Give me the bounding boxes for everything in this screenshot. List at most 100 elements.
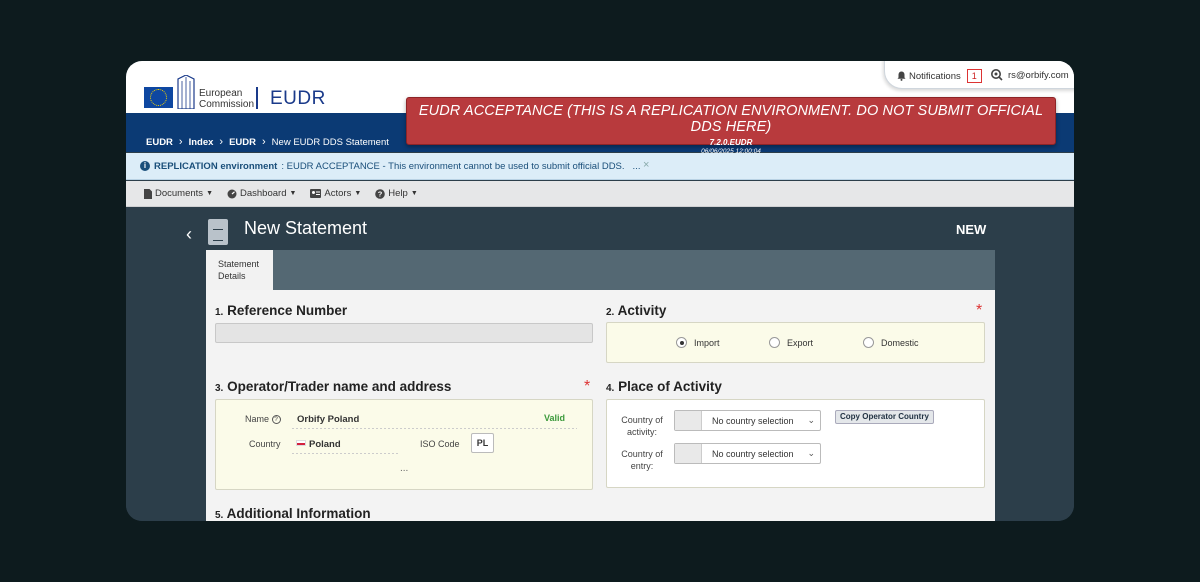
menu-documents-label: Documents bbox=[155, 188, 204, 199]
tab-label-line2: Details bbox=[218, 271, 246, 281]
radio-import[interactable]: Import bbox=[676, 337, 720, 348]
name-underline bbox=[292, 428, 577, 429]
radio-export[interactable]: Export bbox=[769, 337, 813, 348]
caret-down-icon: ▼ bbox=[410, 190, 418, 197]
chevron-down-icon: ⌄ bbox=[807, 448, 815, 458]
label-line1: Country of bbox=[621, 449, 663, 459]
operator-details-box: Name ? Orbify Poland Valid Country Polan… bbox=[215, 399, 593, 490]
user-menu[interactable]: rs@orbify.com bbox=[990, 69, 1069, 82]
radio-label: Export bbox=[787, 337, 814, 348]
info-icon: i bbox=[140, 161, 150, 171]
iso-code-value: PL bbox=[471, 433, 494, 453]
breadcrumb-item-eudr[interactable]: EUDR bbox=[146, 137, 173, 148]
required-asterisk: * bbox=[584, 378, 591, 395]
info-message: : EUDR ACCEPTANCE - This environment can… bbox=[281, 160, 625, 172]
banner-version: 7.2.0.EUDR bbox=[709, 138, 753, 147]
poland-flag-icon bbox=[296, 440, 306, 446]
operator-name-value: Orbify Poland bbox=[297, 414, 360, 425]
svg-text:?: ? bbox=[378, 189, 383, 198]
chevron-right-icon: › bbox=[262, 136, 266, 148]
environment-warning-banner: EUDR ACCEPTANCE (THIS IS A REPLICATION E… bbox=[406, 97, 1056, 155]
select-flag-slot bbox=[675, 411, 702, 430]
select-value: No country selection bbox=[712, 416, 794, 426]
country-of-activity-select[interactable]: No country selection ⌄ bbox=[674, 410, 821, 431]
caret-down-icon: ▼ bbox=[206, 190, 213, 197]
statement-form: 1. Reference Number 2. Activity * Import… bbox=[206, 290, 995, 521]
document-icon bbox=[144, 188, 152, 199]
tab-strip bbox=[206, 250, 995, 290]
ec-wordmark: European Commission bbox=[199, 88, 254, 110]
breadcrumb-item-index[interactable]: Index bbox=[189, 137, 214, 148]
section-number: 5. bbox=[215, 510, 224, 521]
activity-radio-group: Import Export Domestic bbox=[606, 322, 985, 363]
ec-wordmark-line1: European bbox=[199, 88, 243, 99]
info-more-link[interactable]: ... bbox=[633, 161, 641, 172]
radio-circle bbox=[769, 337, 780, 348]
breadcrumb-item-eudr-2[interactable]: EUDR bbox=[229, 137, 256, 148]
label-line2: activity: bbox=[626, 427, 657, 437]
status-badge: NEW bbox=[956, 222, 987, 237]
back-chevron-icon[interactable]: ‹ bbox=[186, 224, 192, 245]
place-of-activity-box: Country of activity: No country selectio… bbox=[606, 399, 985, 488]
user-email: rs@orbify.com bbox=[1008, 70, 1069, 81]
menu-dashboard[interactable]: Dashboard ▼ bbox=[227, 188, 296, 199]
app-window: European Commission EUDR Notifications 1 bbox=[126, 61, 1074, 521]
radio-circle bbox=[863, 337, 874, 348]
notifications-button[interactable]: Notifications 1 bbox=[897, 69, 982, 83]
section-title-text: Place of Activity bbox=[618, 379, 722, 394]
section-title-text: Reference Number bbox=[227, 303, 348, 318]
id-card-icon bbox=[310, 189, 322, 198]
banner-title: EUDR ACCEPTANCE (THIS IS A REPLICATION E… bbox=[418, 103, 1044, 135]
section-number: 3. bbox=[215, 383, 224, 394]
app-title[interactable]: EUDR bbox=[270, 88, 326, 110]
additional-information-heading: 5. Additional Information bbox=[215, 506, 371, 521]
berlaymont-icon bbox=[177, 75, 195, 109]
replication-info-bar: i REPLICATION environment: EUDR ACCEPTAN… bbox=[126, 153, 1074, 180]
notifications-count-badge: 1 bbox=[966, 69, 982, 83]
menu-help[interactable]: ? Help ▼ bbox=[375, 188, 418, 199]
iso-code-label: ISO Code bbox=[420, 439, 460, 449]
eu-flag-icon bbox=[144, 87, 173, 108]
chevron-right-icon: › bbox=[219, 136, 224, 148]
menu-documents[interactable]: Documents ▼ bbox=[144, 188, 213, 199]
copy-operator-country-button[interactable]: Copy Operator Country bbox=[835, 410, 934, 424]
section-number: 1. bbox=[215, 307, 224, 318]
valid-status: Valid bbox=[544, 413, 566, 423]
section-title-text: Additional Information bbox=[226, 506, 371, 521]
caret-down-icon: ▼ bbox=[354, 190, 362, 197]
more-details-ellipsis[interactable]: ... bbox=[400, 463, 408, 474]
activity-heading: 2. Activity bbox=[606, 303, 666, 318]
country-value-text: Poland bbox=[309, 439, 341, 450]
reference-number-input[interactable] bbox=[215, 323, 593, 343]
radio-label: Import bbox=[694, 337, 720, 348]
european-commission-logo[interactable] bbox=[128, 75, 198, 111]
select-value: No country selection bbox=[712, 449, 794, 459]
help-circle-icon[interactable]: ? bbox=[271, 415, 281, 424]
logo-divider bbox=[256, 87, 258, 109]
select-flag-slot bbox=[675, 444, 702, 463]
required-asterisk: * bbox=[976, 302, 983, 319]
menu-dashboard-label: Dashboard bbox=[240, 188, 287, 199]
info-label: REPLICATION environment bbox=[154, 160, 278, 172]
chevron-down-icon: ⌄ bbox=[807, 415, 815, 425]
statement-document-icon bbox=[208, 219, 228, 245]
main-menu: Documents ▼ Dashboard ▼ Actors ▼ ? Help ▼ bbox=[126, 181, 1074, 207]
user-toolbar: Notifications 1 rs@orbify.com bbox=[884, 61, 1074, 89]
country-underline bbox=[292, 453, 398, 454]
bell-icon bbox=[897, 71, 906, 81]
label-line2: entry: bbox=[630, 461, 654, 471]
country-of-activity-label: Country of activity: bbox=[615, 414, 669, 438]
country-label: Country bbox=[249, 439, 281, 449]
close-icon[interactable]: × bbox=[643, 159, 649, 171]
tab-label-line1: Statement bbox=[218, 259, 260, 269]
menu-actors[interactable]: Actors ▼ bbox=[310, 188, 361, 199]
radio-domestic[interactable]: Domestic bbox=[863, 337, 919, 348]
help-icon: ? bbox=[375, 188, 386, 199]
tab-statement-details[interactable]: Statement Details bbox=[206, 250, 273, 290]
ec-wordmark-line2: Commission bbox=[199, 99, 255, 110]
operator-name-label: Name ? bbox=[245, 414, 281, 424]
radio-label: Domestic bbox=[881, 337, 919, 348]
label-line1: Country of bbox=[621, 415, 663, 425]
country-of-entry-select[interactable]: No country selection ⌄ bbox=[674, 443, 821, 464]
section-title-text: Operator/Trader name and address bbox=[227, 379, 452, 394]
